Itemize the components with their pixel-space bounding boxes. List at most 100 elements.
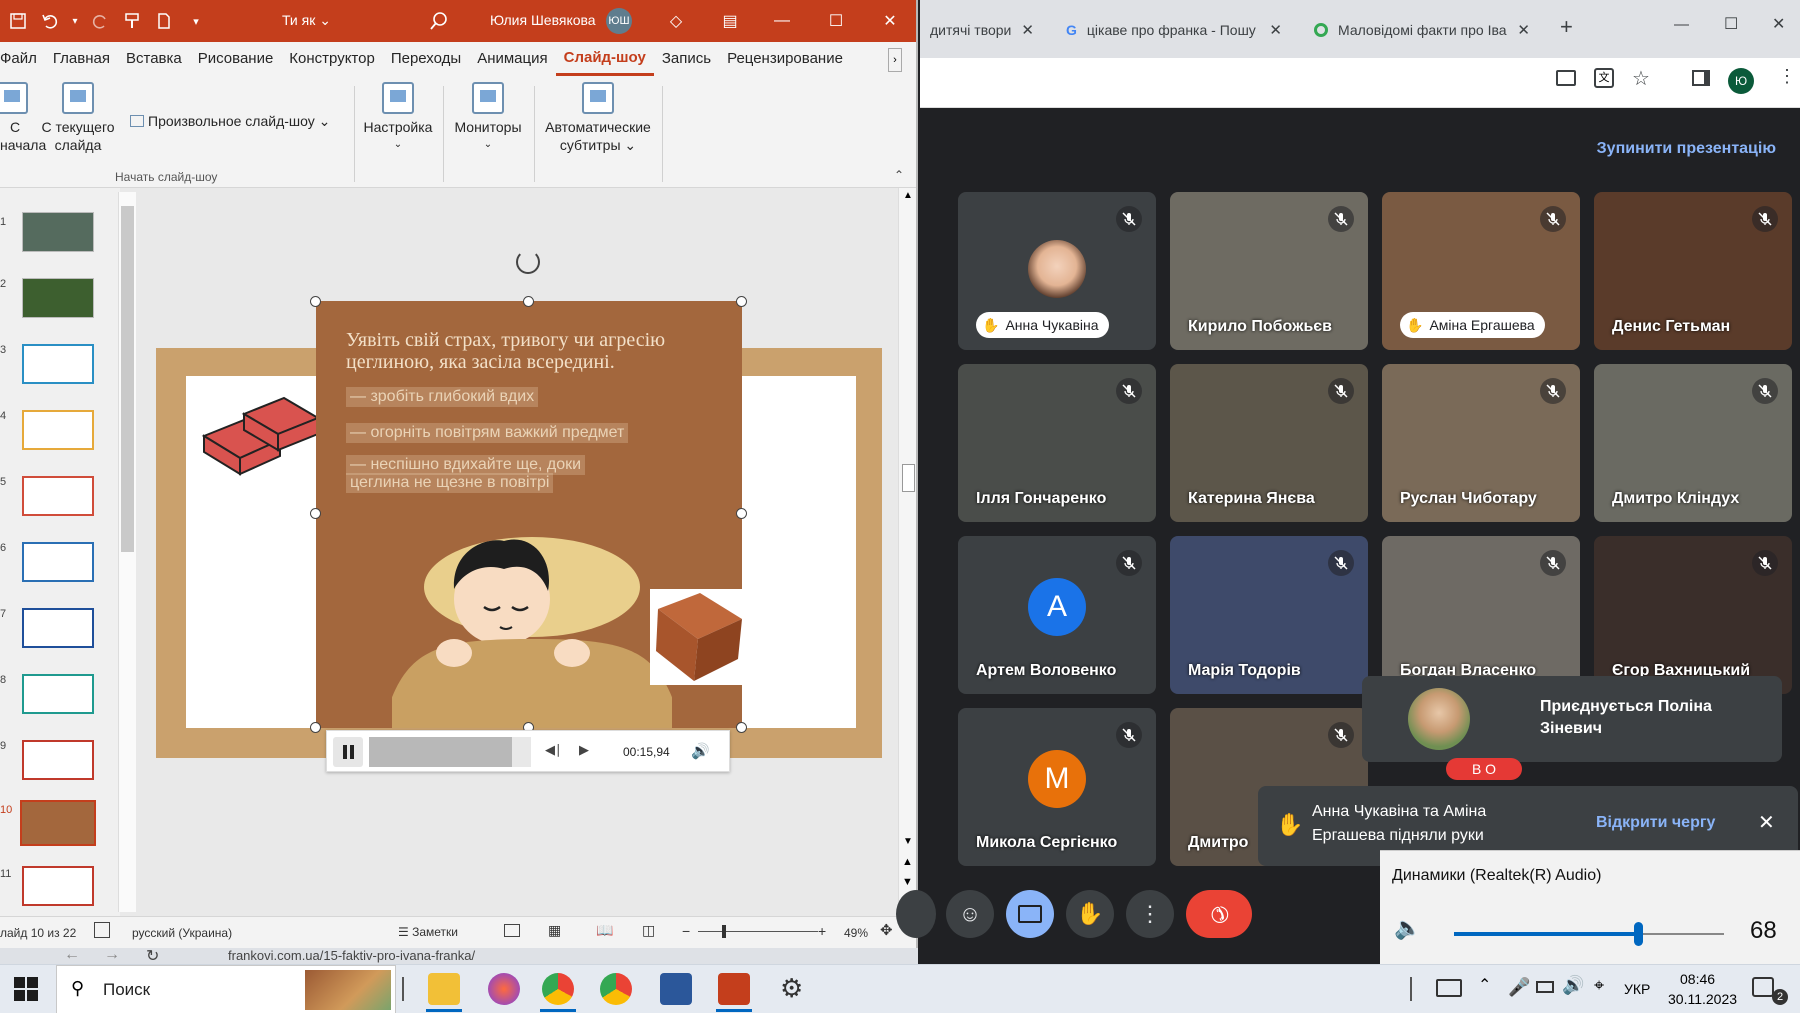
file-explorer-icon[interactable]: [428, 973, 460, 1005]
control-button[interactable]: [896, 890, 936, 938]
resize-handle[interactable]: [736, 722, 747, 733]
stop-presentation-link[interactable]: Зупинити презентацію: [1597, 140, 1776, 158]
tab-insert[interactable]: Вставка: [118, 42, 190, 76]
rotate-handle-icon[interactable]: [516, 250, 540, 274]
keyboard-icon[interactable]: [1436, 979, 1462, 997]
format-painter-icon[interactable]: [118, 8, 146, 34]
prev-slide-icon[interactable]: ▲: [902, 856, 913, 868]
setup-button[interactable]: Настройка ⌄: [360, 82, 436, 154]
slide-thumbnail[interactable]: [22, 344, 94, 384]
collapse-ribbon-icon[interactable]: ⌃: [894, 168, 904, 182]
redo-icon[interactable]: [86, 8, 114, 34]
close-icon[interactable]: ✕: [1772, 14, 1785, 34]
camera-icon[interactable]: [1556, 70, 1576, 86]
participant-tile[interactable]: Богдан Власенко: [1382, 536, 1580, 694]
auto-subtitles-button[interactable]: Автоматические субтитры ⌄: [538, 82, 658, 154]
resize-handle[interactable]: [310, 722, 321, 733]
browser-tab[interactable]: Gцікаве про франка - Пошу ✕: [1056, 8, 1292, 52]
tab-animations[interactable]: Анимация: [469, 42, 555, 76]
emoji-button[interactable]: ☺: [946, 890, 994, 938]
microphone-icon[interactable]: 🎤: [1508, 977, 1530, 998]
fit-slide-icon[interactable]: ✥: [880, 921, 893, 939]
participant-tile[interactable]: Єгор Вахницький: [1594, 536, 1792, 694]
close-tab-icon[interactable]: ✕: [1021, 21, 1034, 39]
slide-thumbnail[interactable]: [22, 476, 94, 516]
taskbar-search[interactable]: ⚲ Поиск: [56, 965, 396, 1013]
slide-thumbnail[interactable]: [22, 608, 94, 648]
tab-record[interactable]: Запись: [654, 42, 719, 76]
end-call-button[interactable]: ✆: [1186, 890, 1252, 938]
maximize-icon[interactable]: ☐: [810, 0, 862, 42]
resize-handle[interactable]: [736, 508, 747, 519]
participant-tile[interactable]: ✋ Анна Чукавіна: [958, 192, 1156, 350]
participant-tile[interactable]: Руслан Чиботару: [1382, 364, 1580, 522]
slide-image-frame[interactable]: Уявіть свій страх, тривогу чи агресію це…: [316, 301, 742, 728]
tab-home[interactable]: Главная: [45, 42, 118, 76]
clock-time[interactable]: 08:46: [1680, 971, 1715, 987]
resize-handle[interactable]: [736, 296, 747, 307]
paint-icon[interactable]: [488, 973, 520, 1005]
slide-thumbnail[interactable]: [22, 410, 94, 450]
translate-icon[interactable]: 文: [1594, 68, 1614, 88]
participant-tile[interactable]: ✋ Аміна Ергашева: [1382, 192, 1580, 350]
scrollbar-thumb[interactable]: [902, 464, 915, 492]
tab-transitions[interactable]: Переходы: [383, 42, 469, 76]
speaker-icon[interactable]: 🔈: [1394, 915, 1421, 941]
skip-forward-icon[interactable]: ▶: [579, 742, 589, 758]
new-file-icon[interactable]: [150, 8, 178, 34]
skip-back-icon[interactable]: ◀∣: [545, 742, 562, 758]
word-icon[interactable]: [660, 973, 692, 1005]
save-icon[interactable]: [4, 8, 32, 34]
scrollbar-thumb[interactable]: [121, 206, 134, 552]
volume-icon[interactable]: 🔊: [691, 742, 710, 760]
participant-tile[interactable]: Марія Тодорів: [1170, 536, 1368, 694]
volume-slider-track[interactable]: [1454, 922, 1724, 946]
zoom-slider[interactable]: [698, 925, 818, 938]
undo-icon[interactable]: [36, 8, 64, 34]
audio-device-name[interactable]: Динамики (Realtek(R) Audio): [1392, 867, 1601, 885]
from-beginning-button[interactable]: С начала: [0, 82, 46, 154]
search-icon[interactable]: [428, 10, 450, 32]
close-tab-icon[interactable]: ✕: [1517, 21, 1530, 39]
reload-icon[interactable]: ↻: [146, 946, 159, 966]
close-tab-icon[interactable]: ✕: [1269, 21, 1282, 39]
resize-handle[interactable]: [310, 508, 321, 519]
open-queue-button[interactable]: Відкрити чергу: [1596, 814, 1715, 832]
close-icon[interactable]: ✕: [864, 0, 916, 42]
tab-scroll-right-icon[interactable]: ›: [888, 48, 902, 72]
diamond-icon[interactable]: ◇: [650, 0, 702, 42]
raise-hand-button[interactable]: ✋: [1066, 890, 1114, 938]
reading-view-icon[interactable]: 📖: [596, 922, 613, 939]
tab-file[interactable]: Файл: [0, 42, 45, 76]
new-tab-icon[interactable]: +: [1560, 14, 1573, 40]
minimize-icon[interactable]: —: [1674, 16, 1689, 33]
notifications-icon[interactable]: [1752, 977, 1774, 997]
tab-design[interactable]: Конструктор: [281, 42, 383, 76]
next-slide-icon[interactable]: ▼: [902, 876, 913, 888]
powerpoint-icon[interactable]: [718, 973, 750, 1005]
participant-tile[interactable]: Кирило Побожьєв: [1170, 192, 1368, 350]
slideshow-view-icon[interactable]: ◫: [642, 922, 655, 939]
participant-tile[interactable]: А Артем Воловенко: [958, 536, 1156, 694]
avatar[interactable]: ЮШ: [606, 8, 632, 34]
chrome-menu-icon[interactable]: ⋮: [1778, 66, 1796, 87]
thumbnails-scrollbar[interactable]: [118, 192, 136, 912]
slide-sorter-icon[interactable]: ▦: [548, 922, 561, 939]
tab-review[interactable]: Рецензирование: [719, 42, 851, 76]
tab-slideshow[interactable]: Слайд-шоу: [555, 42, 654, 76]
slide-thumbnail[interactable]: [22, 212, 94, 252]
participant-tile[interactable]: Дмитро Кліндух: [1594, 364, 1792, 522]
participant-tile[interactable]: Денис Гетьман: [1594, 192, 1792, 350]
participant-tile[interactable]: Ілля Гончаренко: [958, 364, 1156, 522]
clock-date[interactable]: 30.11.2023: [1668, 991, 1737, 1007]
pause-button[interactable]: [333, 737, 363, 767]
slide-thumbnail[interactable]: [22, 866, 94, 906]
customize-toolbar-icon[interactable]: ▾: [182, 8, 210, 34]
minimize-icon[interactable]: —: [756, 0, 808, 42]
back-icon[interactable]: ←: [64, 946, 80, 964]
monitors-button[interactable]: Мониторы ⌄: [448, 82, 528, 154]
address-url[interactable]: frankovi.com.ua/15-faktiv-pro-ivana-fran…: [228, 948, 475, 963]
scroll-up-icon[interactable]: ▲: [903, 190, 913, 201]
participant-tile[interactable]: Катерина Янєва: [1170, 364, 1368, 522]
wifi-icon[interactable]: ⌖: [1594, 975, 1604, 996]
